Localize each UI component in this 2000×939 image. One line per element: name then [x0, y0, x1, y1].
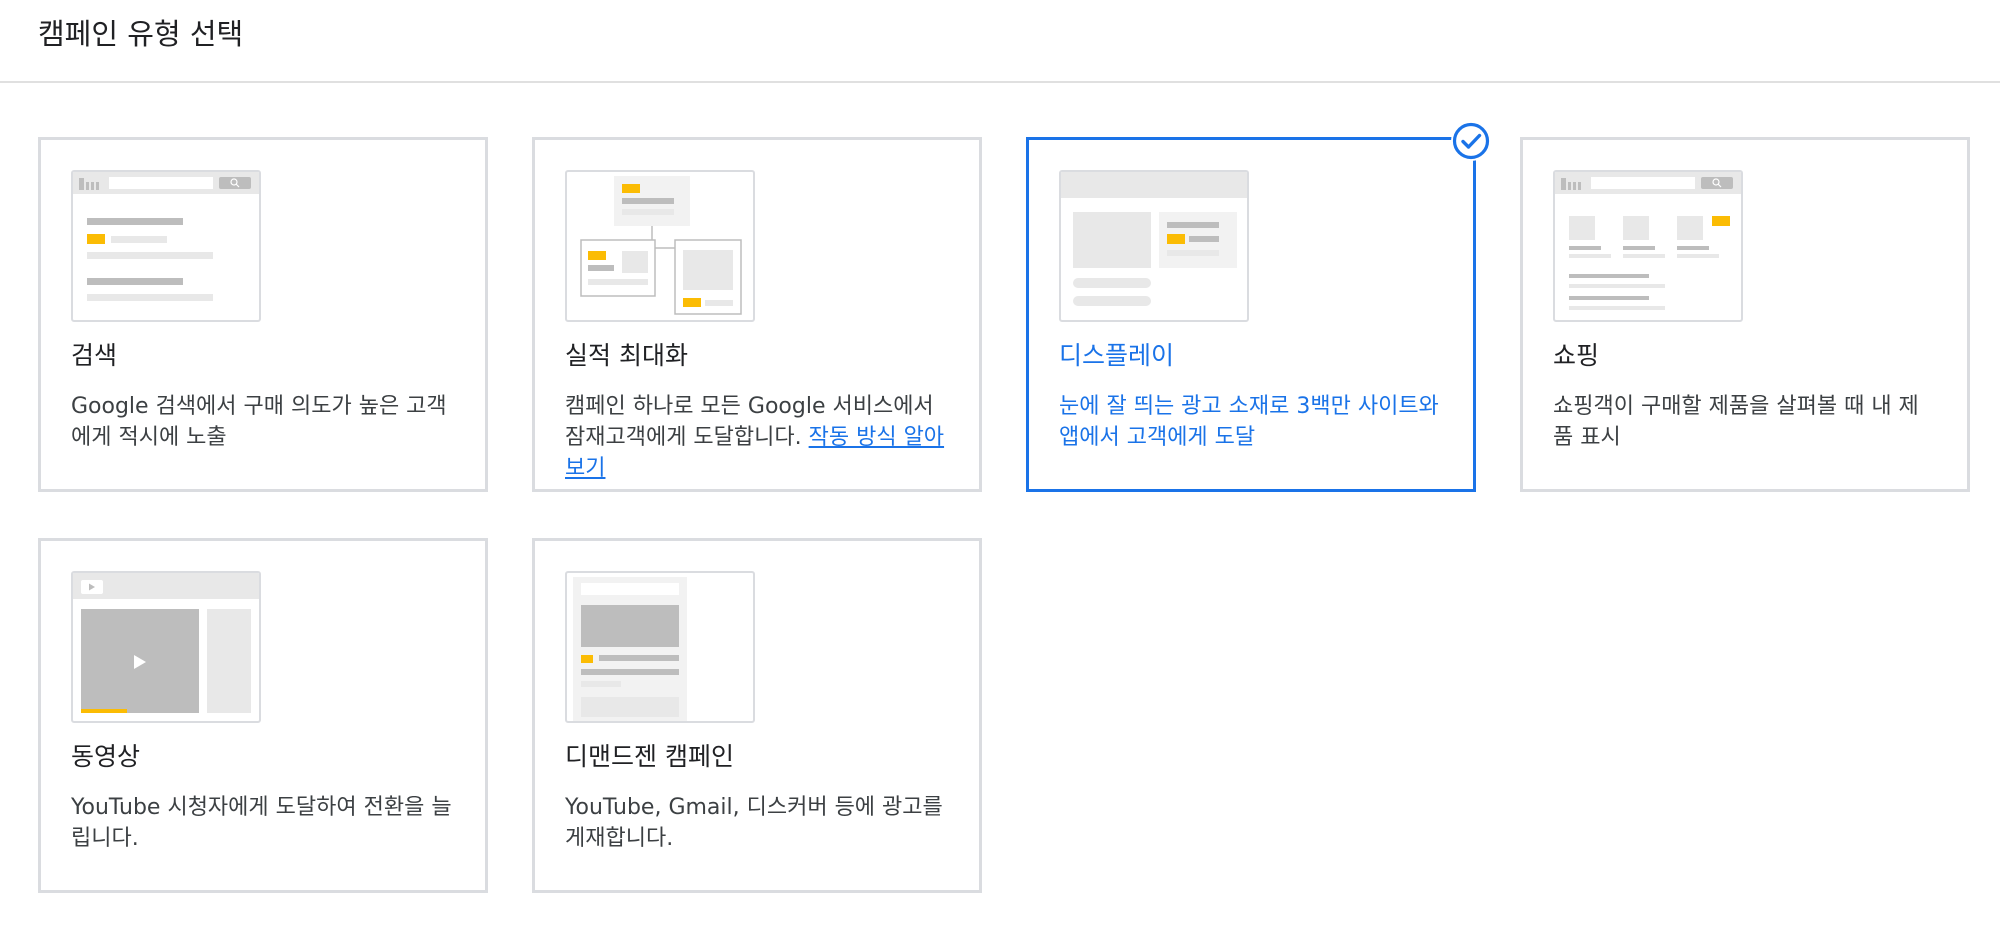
card-title: 실적 최대화 [565, 341, 688, 370]
search-illustration-icon [71, 170, 261, 322]
card-title: 쇼핑 [1553, 341, 1600, 370]
card-description: YouTube, Gmail, 디스커버 등에 광고를 게재합니다. [565, 795, 943, 851]
card-description: Google 검색에서 구매 의도가 높은 고객에게 적시에 노출 [71, 394, 447, 450]
performance-max-illustration-icon [565, 170, 755, 322]
campaign-type-performance-max-card[interactable]: 실적 최대화 캠페인 하나로 모든 Google 서비스에서 잠재고객에게 도달… [532, 137, 982, 492]
shopping-illustration-icon [1553, 170, 1743, 322]
card-description: 쇼핑객이 구매할 제품을 살펴볼 때 내 제품 표시 [1553, 394, 1919, 450]
demand-gen-illustration-icon [565, 571, 755, 723]
campaign-type-search-card[interactable]: 검색 Google 검색에서 구매 의도가 높은 고객에게 적시에 노출 [38, 137, 488, 492]
page-header: 캠페인 유형 선택 [0, 0, 2000, 83]
card-description: 눈에 잘 띄는 광고 소재로 3백만 사이트와 앱에서 고객에게 도달 [1059, 394, 1439, 450]
card-description: YouTube 시청자에게 도달하여 전환을 늘립니다. [71, 795, 452, 851]
card-description: 캠페인 하나로 모든 Google 서비스에서 잠재고객에게 도달합니다. 작동… [565, 391, 950, 484]
campaign-type-video-card[interactable]: 동영상 YouTube 시청자에게 도달하여 전환을 늘립니다. [38, 538, 488, 893]
campaign-type-shopping-card[interactable]: 쇼핑 쇼핑객이 구매할 제품을 살펴볼 때 내 제품 표시 [1520, 137, 1970, 492]
card-title: 디맨드젠 캠페인 [565, 742, 734, 771]
card-title: 검색 [71, 341, 118, 370]
campaign-type-display-card[interactable]: 디스플레이 눈에 잘 띄는 광고 소재로 3백만 사이트와 앱에서 고객에게 도… [1026, 137, 1476, 492]
video-illustration-icon [71, 571, 261, 723]
campaign-type-demand-gen-card[interactable]: 디맨드젠 캠페인 YouTube, Gmail, 디스커버 등에 광고를 게재합… [532, 538, 982, 893]
card-title: 동영상 [71, 742, 141, 771]
card-title: 디스플레이 [1059, 341, 1175, 370]
page-title: 캠페인 유형 선택 [38, 17, 244, 51]
display-illustration-icon [1059, 170, 1249, 322]
check-circle-icon [1451, 121, 1491, 161]
